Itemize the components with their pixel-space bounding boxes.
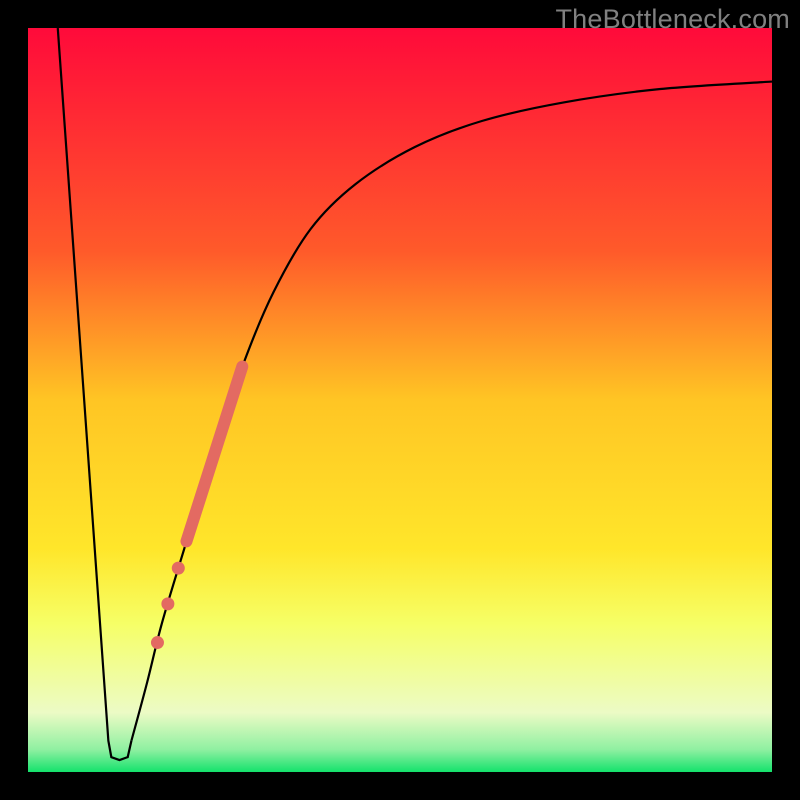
bottleneck-chart: TheBottleneck.com	[0, 0, 800, 800]
chart-canvas	[0, 0, 800, 800]
dot-low-3	[172, 562, 185, 575]
gradient-background	[28, 28, 772, 772]
dot-low-1	[151, 636, 164, 649]
dot-low-2	[161, 597, 174, 610]
watermark-text: TheBottleneck.com	[555, 4, 790, 35]
